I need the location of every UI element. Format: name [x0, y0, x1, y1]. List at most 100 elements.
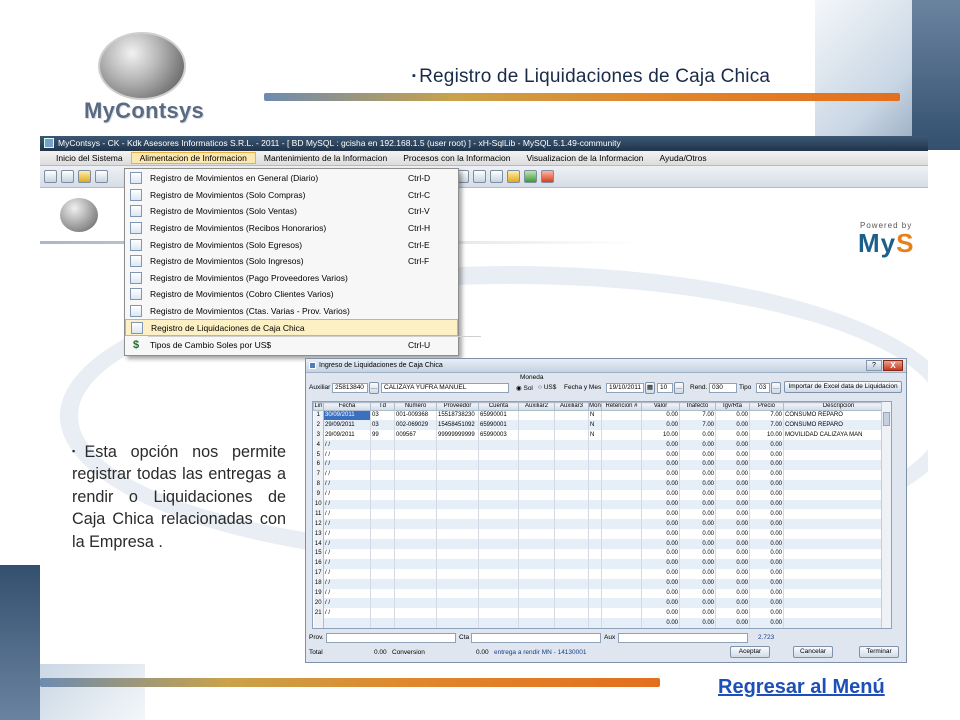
cell-proveedor[interactable]: [436, 598, 479, 609]
cell-desc[interactable]: [783, 440, 891, 451]
cell-numero[interactable]: [394, 608, 437, 619]
cell-mon[interactable]: N: [588, 420, 602, 431]
cell-numero[interactable]: 002-069029: [394, 420, 437, 431]
table-row[interactable]: 9 / /0.00 0.00 0.00 0.00: [313, 489, 891, 500]
cell-td[interactable]: [370, 618, 395, 628]
cell-ret[interactable]: [601, 440, 642, 451]
cell-inafecto[interactable]: 0.00: [679, 430, 716, 441]
cell-numero[interactable]: [394, 529, 437, 540]
cell-td[interactable]: [370, 558, 395, 569]
cell-cuenta[interactable]: 65990001: [478, 410, 519, 421]
cell-inafecto[interactable]: 0.00: [679, 588, 716, 599]
table-row[interactable]: 19 / /0.00 0.00 0.00 0.00: [313, 588, 891, 599]
cell-proveedor[interactable]: [436, 440, 479, 451]
aux-field[interactable]: [618, 633, 748, 643]
cell-cuenta[interactable]: [478, 588, 519, 599]
cell-valor[interactable]: 0.00: [641, 578, 680, 589]
cell-cuenta[interactable]: [478, 469, 519, 480]
cell-fecha[interactable]: / /: [323, 608, 371, 619]
dropdown-item-6[interactable]: Registro de Movimientos (Pago Proveedore…: [125, 270, 458, 287]
help-button[interactable]: ?: [866, 360, 882, 371]
cell-fecha[interactable]: / /: [323, 529, 371, 540]
cell-igv[interactable]: 0.00: [715, 430, 750, 441]
grid-column-header[interactable]: Valor: [641, 402, 680, 411]
cell-valor[interactable]: 10.00: [641, 430, 680, 441]
table-row[interactable]: 14 / /0.00 0.00 0.00 0.00: [313, 539, 891, 549]
toolbar-list-icon[interactable]: [61, 170, 74, 183]
cell-lin[interactable]: 12: [313, 519, 324, 530]
cell-td[interactable]: [370, 588, 395, 599]
cell-aux2[interactable]: [518, 430, 555, 441]
cell-numero[interactable]: [394, 568, 437, 579]
cell-desc[interactable]: CONSUMO REPARO: [783, 410, 891, 421]
cta-field[interactable]: [471, 633, 601, 643]
cell-cuenta[interactable]: [478, 509, 519, 520]
cell-valor[interactable]: 0.00: [641, 519, 680, 530]
cell-ret[interactable]: [601, 578, 642, 589]
cell-numero[interactable]: [394, 489, 437, 500]
cell-aux2[interactable]: [518, 420, 555, 431]
cell-igv[interactable]: 0.00: [715, 598, 750, 609]
import-excel-button[interactable]: Importar de Excel data de Liquidacion: [784, 381, 902, 393]
cell-fecha[interactable]: / /: [323, 578, 371, 589]
cell-aux2[interactable]: [518, 459, 555, 470]
cell-cuenta[interactable]: [478, 598, 519, 609]
cell-aux2[interactable]: [518, 489, 555, 500]
accept-button[interactable]: Aceptar: [730, 646, 770, 658]
toolbar-print-icon[interactable]: [490, 170, 503, 183]
cell-desc[interactable]: [783, 459, 891, 470]
cell-fecha[interactable]: / /: [323, 588, 371, 599]
cell-mon[interactable]: [588, 479, 602, 490]
cell-lin[interactable]: 7: [313, 469, 324, 480]
table-row[interactable]: 3 29/09/2011 99 009567 99999999999 65990003 N 1…: [313, 430, 891, 441]
cell-inafecto[interactable]: 0.00: [679, 548, 716, 559]
cell-td[interactable]: [370, 459, 395, 470]
cell-fecha[interactable]: / /: [323, 479, 371, 490]
cell-aux2[interactable]: [518, 578, 555, 589]
auxiliar-code-field[interactable]: 25813840: [332, 383, 368, 393]
cell-valor[interactable]: 0.00: [641, 509, 680, 520]
cell-fecha[interactable]: / /: [323, 558, 371, 569]
cell-lin[interactable]: 2: [313, 420, 324, 431]
cell-numero[interactable]: [394, 598, 437, 609]
cell-desc[interactable]: [783, 469, 891, 480]
cell-desc[interactable]: [783, 539, 891, 549]
cell-numero[interactable]: [394, 578, 437, 589]
cell-td[interactable]: [370, 519, 395, 530]
calendar-icon[interactable]: ▦: [645, 382, 655, 394]
cell-lin[interactable]: 9: [313, 489, 324, 500]
cell-numero[interactable]: [394, 558, 437, 569]
grid-column-header[interactable]: Td: [370, 402, 395, 411]
cell-fecha[interactable]: / /: [323, 499, 371, 510]
cell-precio[interactable]: 0.00: [749, 618, 784, 628]
cell-aux3[interactable]: [554, 529, 589, 540]
cell-desc[interactable]: MOVILIDAD CALIZAYA MAN: [783, 430, 891, 441]
cell-aux3[interactable]: [554, 479, 589, 490]
cell-aux3[interactable]: [554, 519, 589, 530]
cell-inafecto[interactable]: 7.00: [679, 410, 716, 421]
cell-aux2[interactable]: [518, 598, 555, 609]
cell-ret[interactable]: [601, 588, 642, 599]
cell-precio[interactable]: 0.00: [749, 509, 784, 520]
cell-igv[interactable]: 0.00: [715, 618, 750, 628]
cell-valor[interactable]: 0.00: [641, 568, 680, 579]
grid-column-header[interactable]: Precio: [749, 402, 784, 411]
cell-desc[interactable]: [783, 499, 891, 510]
cell-aux3[interactable]: [554, 440, 589, 451]
cell-igv[interactable]: 0.00: [715, 410, 750, 421]
grid-column-header[interactable]: Fecha: [323, 402, 371, 411]
cell-igv[interactable]: 0.00: [715, 479, 750, 490]
cell-ret[interactable]: [601, 410, 642, 421]
cell-aux3[interactable]: [554, 578, 589, 589]
cell-aux3[interactable]: [554, 568, 589, 579]
cell-proveedor[interactable]: [436, 479, 479, 490]
grid-column-header[interactable]: Auxiliar3: [554, 402, 589, 411]
cell-mon[interactable]: [588, 499, 602, 510]
cell-fecha[interactable]: / /: [323, 469, 371, 480]
cell-proveedor[interactable]: [436, 459, 479, 470]
cell-proveedor[interactable]: 15518738230: [436, 410, 479, 421]
cell-precio[interactable]: 0.00: [749, 479, 784, 490]
cell-inafecto[interactable]: 0.00: [679, 440, 716, 451]
cell-desc[interactable]: [783, 519, 891, 530]
dropdown-item-7[interactable]: Registro de Movimientos (Cobro Clientes …: [125, 286, 458, 303]
